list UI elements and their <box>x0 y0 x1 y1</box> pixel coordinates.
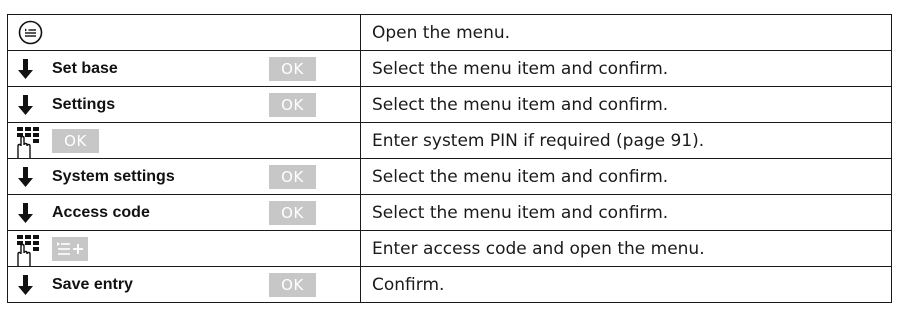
instruction-text: Select the menu item and confirm. <box>360 158 892 195</box>
instruction-text: Select the menu item and confirm. <box>360 86 892 123</box>
instruction-text: Enter system PIN if required (page 91). <box>360 122 892 159</box>
menu-item-label: System settings <box>52 168 175 185</box>
keypad-icon <box>17 235 39 266</box>
left-cell: Settings OK <box>7 86 361 123</box>
table-row: Set base OK Select the menu item and con… <box>7 50 892 87</box>
keypad-icon <box>17 127 39 158</box>
table-row: System settings OK Select the menu item … <box>7 158 892 195</box>
table-row: Enter access code and open the menu. <box>7 230 892 267</box>
menu-item-label: Access code <box>52 204 150 221</box>
table-row: Save entry OK Confirm. <box>7 266 892 303</box>
instruction-text: Select the menu item and confirm. <box>360 50 892 87</box>
arrow-down-icon <box>18 203 33 223</box>
left-cell: Set base OK <box>7 50 361 87</box>
arrow-down-icon <box>18 167 33 187</box>
arrow-down-icon <box>18 275 33 295</box>
left-cell <box>7 230 361 267</box>
ok-key: OK <box>269 93 316 117</box>
menu-key-icon <box>18 20 43 45</box>
left-cell: Access code OK <box>7 194 361 231</box>
ok-key: OK <box>269 57 316 81</box>
left-cell: System settings OK <box>7 158 361 195</box>
menu-plus-icon <box>57 242 83 255</box>
menu-plus-key <box>52 237 88 261</box>
arrow-down-icon <box>18 59 33 79</box>
instruction-text: Select the menu item and confirm. <box>360 194 892 231</box>
instruction-text: Confirm. <box>360 266 892 303</box>
ok-key: OK <box>52 129 99 153</box>
arrow-down-icon <box>18 95 33 115</box>
left-cell: Save entry OK <box>7 266 361 303</box>
instruction-text: Enter access code and open the menu. <box>360 230 892 267</box>
table-row: Access code OK Select the menu item and … <box>7 194 892 231</box>
table-row: Open the menu. <box>7 14 892 51</box>
ok-key: OK <box>269 201 316 225</box>
left-cell: OK <box>7 122 361 159</box>
instruction-text: Open the menu. <box>360 14 892 51</box>
table-row: Settings OK Select the menu item and con… <box>7 86 892 123</box>
ok-key: OK <box>269 165 316 189</box>
instruction-table: Open the menu. Set base OK Select the me… <box>7 14 892 303</box>
left-cell <box>7 14 361 51</box>
table-row: OK Enter system PIN if required (page 91… <box>7 122 892 159</box>
menu-item-label: Save entry <box>52 276 133 293</box>
menu-item-label: Settings <box>52 96 116 113</box>
ok-key: OK <box>269 273 316 297</box>
menu-item-label: Set base <box>52 60 118 77</box>
